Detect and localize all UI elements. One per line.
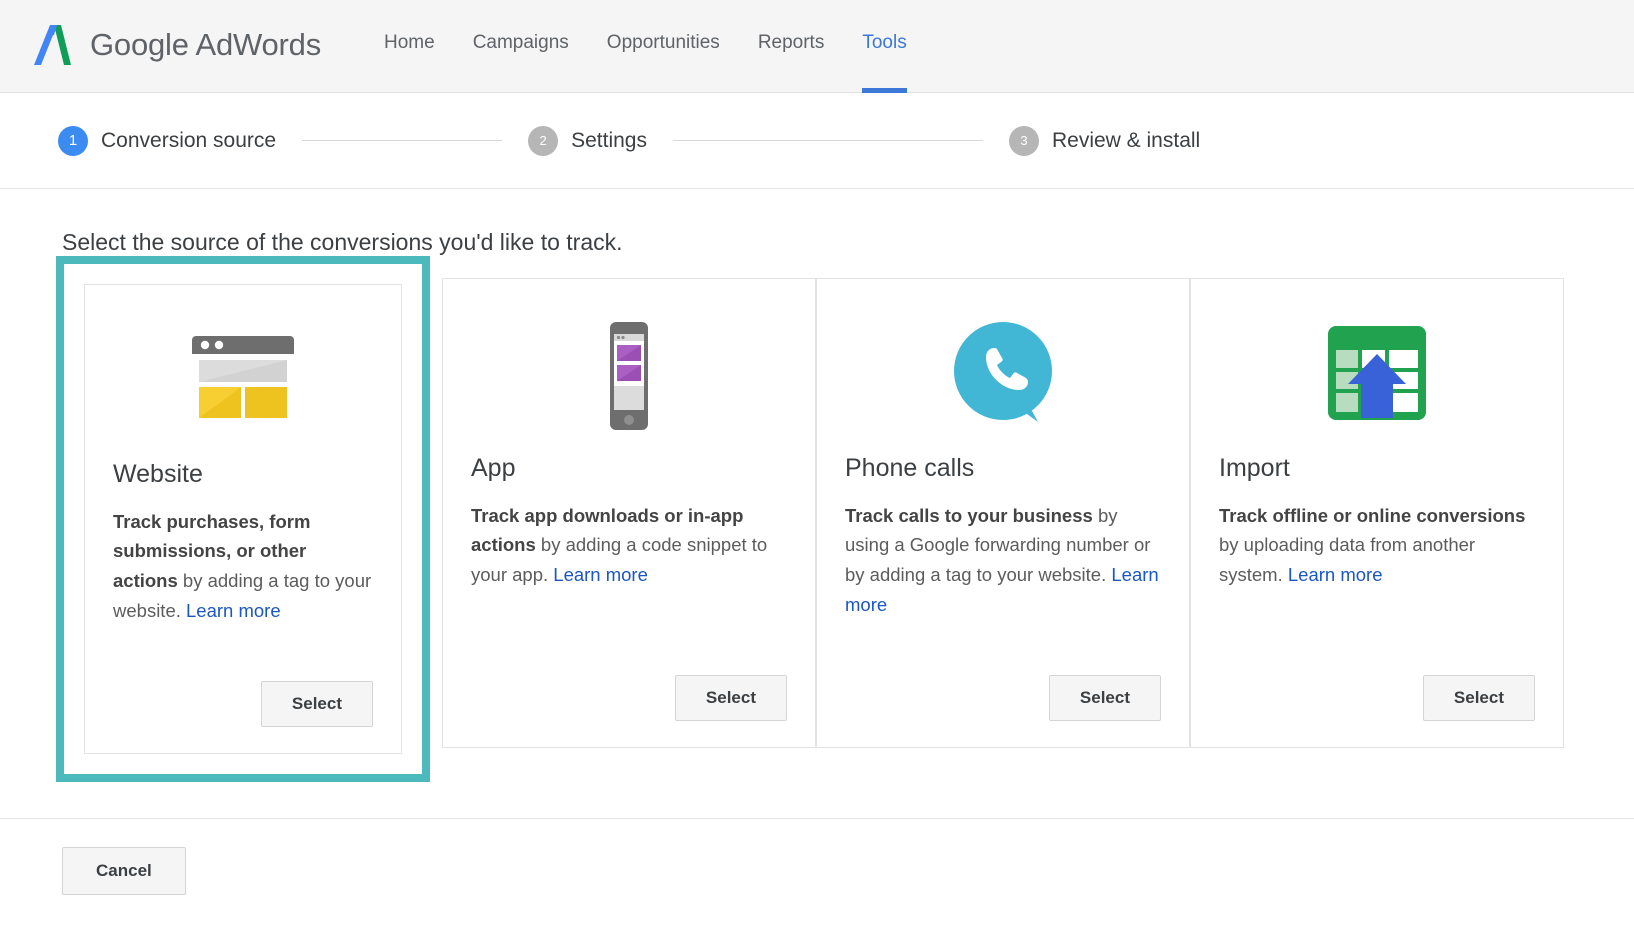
active-tab-indicator xyxy=(862,88,906,93)
nav-label: Reports xyxy=(758,32,825,53)
select-button-import[interactable]: Select xyxy=(1423,675,1535,721)
card-description: Track calls to your business by using a … xyxy=(845,501,1161,621)
card-import-slot: Import Track offline or online conversio… xyxy=(1190,278,1564,748)
card-phone-calls[interactable]: Phone calls Track calls to your business… xyxy=(816,278,1190,748)
footer-action-bar: Cancel xyxy=(0,819,1634,895)
card-action-row: Select xyxy=(471,675,787,721)
card-description: Track purchases, form submissions, or ot… xyxy=(113,507,373,627)
step-review-install[interactable]: 3 Review & install xyxy=(1009,126,1200,156)
top-navigation-bar: Google AdWords Home Campaigns Opportunit… xyxy=(0,0,1634,93)
select-button-phone-calls[interactable]: Select xyxy=(1049,675,1161,721)
card-app[interactable]: App Track app downloads or in-app action… xyxy=(442,278,816,748)
step-settings[interactable]: 2 Settings xyxy=(528,126,647,156)
step-number-badge: 3 xyxy=(1009,126,1039,156)
card-app-slot: App Track app downloads or in-app action… xyxy=(442,278,816,748)
phone-bubble-icon xyxy=(845,301,1161,451)
adwords-logo-icon xyxy=(28,21,76,69)
nav-item-campaigns[interactable]: Campaigns xyxy=(454,0,588,93)
step-number-badge: 2 xyxy=(528,126,558,156)
card-action-row: Select xyxy=(113,681,373,727)
page-title: Select the source of the conversions you… xyxy=(62,229,1634,256)
card-action-row: Select xyxy=(845,675,1161,721)
brand-name-google: Google xyxy=(90,27,189,62)
mobile-phone-icon xyxy=(471,301,787,451)
wizard-stepper: 1 Conversion source 2 Settings 3 Review … xyxy=(0,93,1634,189)
nav-item-tools[interactable]: Tools xyxy=(843,0,925,93)
step-number-badge: 1 xyxy=(58,126,88,156)
card-description: Track app downloads or in-app actions by… xyxy=(471,501,787,591)
step-label: Conversion source xyxy=(101,129,276,153)
brand-logo[interactable]: Google AdWords xyxy=(28,0,321,90)
nav-label: Opportunities xyxy=(607,32,720,53)
nav-item-opportunities[interactable]: Opportunities xyxy=(588,0,739,93)
brand-name: Google AdWords xyxy=(90,27,321,63)
nav-label: Tools xyxy=(862,32,906,53)
select-button-website[interactable]: Select xyxy=(261,681,373,727)
card-website[interactable]: Website Track purchases, form submission… xyxy=(84,284,402,754)
learn-more-link[interactable]: Learn more xyxy=(553,564,648,585)
nav-label: Home xyxy=(384,32,435,53)
learn-more-link[interactable]: Learn more xyxy=(1288,564,1383,585)
card-title: Website xyxy=(113,461,373,489)
step-connector-line xyxy=(673,140,983,141)
card-description: Track offline or online conversions by u… xyxy=(1219,501,1535,591)
card-import[interactable]: Import Track offline or online conversio… xyxy=(1190,278,1564,748)
nav-item-reports[interactable]: Reports xyxy=(739,0,844,93)
card-website-selected-frame[interactable]: Website Track purchases, form submission… xyxy=(56,256,430,782)
conversion-source-card-list: Website Track purchases, form submission… xyxy=(62,278,1634,782)
nav-item-home[interactable]: Home xyxy=(365,0,454,93)
card-action-row: Select xyxy=(1219,675,1535,721)
brand-name-adwords: AdWords xyxy=(195,27,321,62)
main-content: Select the source of the conversions you… xyxy=(0,189,1634,782)
step-connector-line xyxy=(302,140,502,141)
card-phone-calls-slot: Phone calls Track calls to your business… xyxy=(816,278,1190,748)
spreadsheet-upload-icon xyxy=(1219,301,1535,451)
card-title: App xyxy=(471,455,787,483)
card-description-bold: Track calls to your business xyxy=(845,505,1093,526)
card-description-bold: Track offline or online conversions xyxy=(1219,505,1525,526)
step-label: Review & install xyxy=(1052,129,1200,153)
nav-label: Campaigns xyxy=(473,32,569,53)
step-label: Settings xyxy=(571,129,647,153)
browser-window-icon xyxy=(113,307,373,457)
card-title: Import xyxy=(1219,455,1535,483)
learn-more-link[interactable]: Learn more xyxy=(186,600,281,621)
cancel-button[interactable]: Cancel xyxy=(62,847,186,895)
select-button-app[interactable]: Select xyxy=(675,675,787,721)
step-conversion-source[interactable]: 1 Conversion source xyxy=(58,126,276,156)
card-title: Phone calls xyxy=(845,455,1161,483)
main-nav: Home Campaigns Opportunities Reports Too… xyxy=(365,0,926,93)
